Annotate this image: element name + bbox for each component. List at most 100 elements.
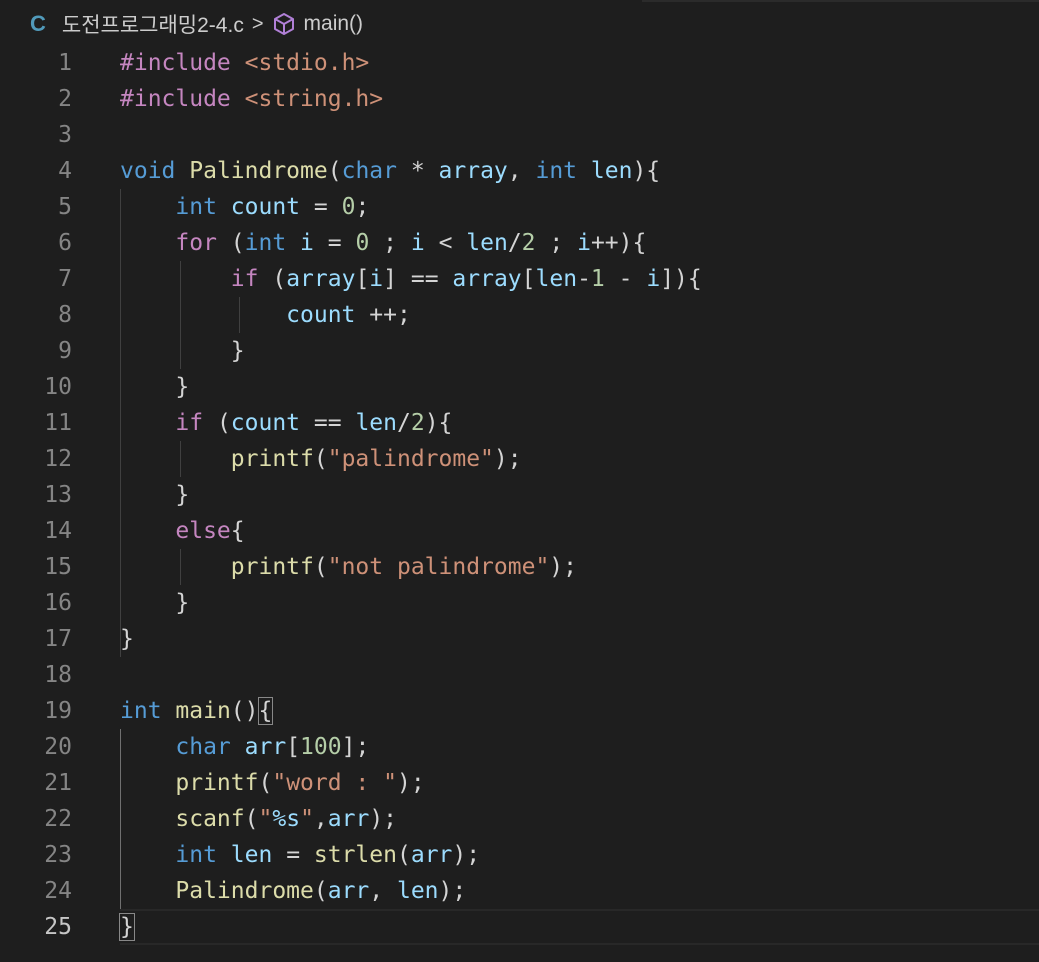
- code-line[interactable]: 9 }: [0, 333, 1039, 369]
- code-text: Palindrome(arr, len);: [120, 873, 466, 909]
- line-number: 14: [44, 518, 72, 544]
- code-token: ] ==: [383, 266, 453, 292]
- code-token: (: [216, 230, 245, 256]
- code-line[interactable]: 5 int count = 0;: [0, 189, 1039, 225]
- line-number: 5: [58, 194, 72, 220]
- code-line[interactable]: 19 int main(){: [0, 693, 1039, 729]
- code-line[interactable]: 12 printf("palindrome");: [0, 441, 1039, 477]
- code-line[interactable]: 4 void Palindrome(char * array, int len){: [0, 153, 1039, 189]
- line-number: 22: [44, 806, 72, 832]
- code-line[interactable]: 10 }: [0, 369, 1039, 405]
- code-text: int count = 0;: [120, 189, 369, 225]
- code-token: (: [258, 266, 287, 292]
- line-number: 10: [44, 374, 72, 400]
- code-line[interactable]: 2 #include <string.h>: [0, 81, 1039, 117]
- code-token: i: [369, 266, 384, 292]
- code-token: arr: [410, 842, 453, 868]
- code-editor[interactable]: 1 #include <stdio.h> 2 #include <string.h> 3…: [0, 45, 1039, 945]
- code-token: i: [300, 230, 314, 256]
- code-token: -: [577, 266, 591, 292]
- code-line[interactable]: 18: [0, 657, 1039, 693]
- code-token: (: [396, 842, 411, 868]
- breadcrumb-file[interactable]: 도전프로그래밍2-4.c: [62, 9, 244, 39]
- code-token: ++;: [355, 302, 411, 328]
- code-token: (: [244, 806, 259, 832]
- code-token: else: [175, 518, 231, 544]
- code-line[interactable]: 1 #include <stdio.h>: [0, 45, 1039, 81]
- code-text: printf("not palindrome");: [120, 549, 577, 585]
- code-token: count: [230, 194, 301, 220]
- code-line[interactable]: 23 int len = strlen(arr);: [0, 837, 1039, 873]
- code-token: i: [577, 230, 591, 256]
- code-token: );: [438, 878, 467, 904]
- code-token: #include: [120, 86, 231, 112]
- code-text: }: [119, 909, 135, 945]
- code-line[interactable]: 22 scanf("%s",arr);: [0, 801, 1039, 837]
- code-token: 1: [590, 266, 605, 292]
- code-token: ;: [535, 230, 578, 256]
- code-line[interactable]: 6 for (int i = 0 ; i < len/2 ; i++){: [0, 225, 1039, 261]
- code-line[interactable]: 21 printf("word : ");: [0, 765, 1039, 801]
- code-token: "word : ": [272, 770, 397, 796]
- code-line[interactable]: 8 count ++;: [0, 297, 1039, 333]
- code-line[interactable]: 11 if (count == len/2){: [0, 405, 1039, 441]
- code-token: 0: [341, 194, 356, 220]
- code-text: count ++;: [120, 297, 411, 333]
- code-token: =: [313, 230, 356, 256]
- code-text: }: [120, 333, 245, 369]
- code-line[interactable]: 3: [0, 117, 1039, 153]
- code-line[interactable]: 13 }: [0, 477, 1039, 513]
- code-token: array: [438, 158, 508, 184]
- code-line[interactable]: 7 if (array[i] == array[len-1 - i]){: [0, 261, 1039, 297]
- code-line[interactable]: 24 Palindrome(arr, len);: [0, 873, 1039, 909]
- code-token: "not palindrome": [327, 554, 550, 580]
- code-token: arr: [327, 878, 370, 904]
- code-token: int: [175, 194, 217, 220]
- code-token: if: [175, 410, 204, 436]
- code-token: arr: [244, 734, 287, 760]
- code-line[interactable]: 15 printf("not palindrome");: [0, 549, 1039, 585]
- code-token: [: [355, 266, 370, 292]
- code-token: count: [286, 302, 356, 328]
- code-line[interactable]: 20 char arr[100];: [0, 729, 1039, 765]
- code-token: (: [313, 446, 328, 472]
- code-token: [: [521, 266, 536, 292]
- code-text: int len = strlen(arr);: [120, 837, 480, 873]
- code-token: %s: [272, 806, 301, 832]
- code-token: #include: [120, 50, 231, 76]
- code-token: len: [396, 878, 439, 904]
- code-token: }: [120, 590, 190, 616]
- code-token: ){: [424, 410, 453, 436]
- code-line[interactable]: 17}: [0, 621, 1039, 657]
- code-line[interactable]: 25}: [0, 909, 1039, 945]
- code-token: {: [257, 697, 274, 725]
- code-line[interactable]: 16 }: [0, 585, 1039, 621]
- line-number: 21: [44, 770, 72, 796]
- line-number: 19: [44, 698, 72, 724]
- code-text: int main(){: [120, 693, 274, 729]
- code-token: (: [313, 554, 328, 580]
- code-token: ": [258, 806, 273, 832]
- code-token: <: [424, 230, 467, 256]
- code-token: );: [396, 770, 425, 796]
- code-token: 2: [410, 410, 425, 436]
- code-token: strlen: [313, 842, 397, 868]
- line-number: 4: [58, 158, 72, 184]
- code-token: Palindrome: [175, 878, 314, 904]
- code-line[interactable]: 14 else{: [0, 513, 1039, 549]
- breadcrumb-symbol[interactable]: main(): [304, 12, 364, 36]
- code-token: printf: [175, 770, 259, 796]
- code-token: ;: [369, 230, 411, 256]
- code-token: if: [230, 266, 259, 292]
- code-token: int: [120, 698, 162, 724]
